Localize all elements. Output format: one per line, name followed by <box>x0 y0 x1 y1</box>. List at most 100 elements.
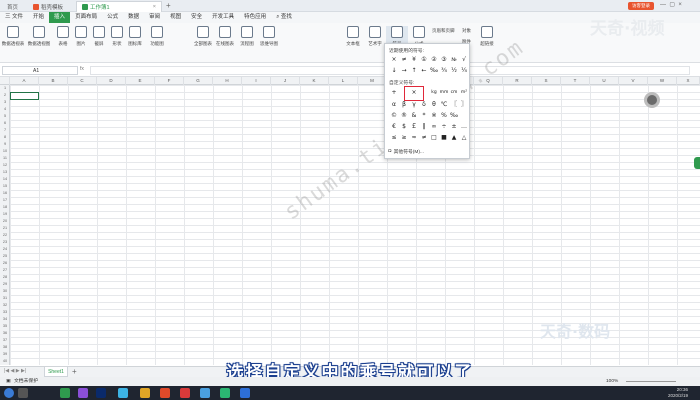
row-header[interactable]: 38 <box>0 344 10 351</box>
new-tab-button[interactable]: + <box>166 1 171 10</box>
symbol-item[interactable]: ¾ <box>439 66 449 76</box>
column-header[interactable]: L <box>329 77 358 85</box>
symbol-item[interactable]: 〗 <box>459 100 469 110</box>
symbol-item[interactable]: № <box>449 55 459 65</box>
row-header[interactable]: 37 <box>0 337 10 344</box>
menu-data[interactable]: 数据 <box>123 12 144 23</box>
menu-review[interactable]: 审阅 <box>144 12 165 23</box>
symbol-item[interactable]: ← <box>419 66 429 76</box>
close-tab-icon[interactable]: × <box>153 4 156 10</box>
symbol-item[interactable]: ≠ <box>399 55 409 65</box>
symbol-item[interactable]: cm <box>449 88 459 98</box>
window-controls[interactable]: — ▢ × <box>660 1 682 8</box>
search-box[interactable]: ⌕ 查找 <box>271 12 297 23</box>
symbol-item[interactable]: ‰ <box>449 111 459 121</box>
symbol-item[interactable]: ≈ <box>409 133 419 143</box>
menu-insert[interactable]: 插入 <box>49 12 71 23</box>
row-header[interactable]: 17 <box>0 197 10 204</box>
symbol-item[interactable]: α <box>389 100 399 110</box>
column-header[interactable]: M <box>358 77 387 85</box>
symbol-item[interactable]: ¥ <box>409 55 419 65</box>
wps-taskbar-icon[interactable] <box>60 388 70 398</box>
column-header[interactable]: J <box>271 77 300 85</box>
zoom-slider[interactable] <box>626 381 676 382</box>
row-header[interactable]: 20 <box>0 218 10 225</box>
row-header[interactable]: 36 <box>0 330 10 337</box>
symbol-item[interactable]: m² <box>459 88 469 98</box>
symbol-item[interactable]: ℃ <box>439 100 449 110</box>
symbol-item[interactable]: ▲ <box>449 133 459 143</box>
more-symbols-link[interactable]: Ω 其他符号(M)... <box>388 148 424 155</box>
column-header[interactable]: F <box>155 77 184 85</box>
name-box[interactable]: A1 <box>2 66 78 75</box>
all-charts-button[interactable]: 全部图表 <box>192 26 214 56</box>
row-header[interactable]: 21 <box>0 225 10 232</box>
wechat-taskbar-icon[interactable] <box>220 388 230 398</box>
row-header[interactable]: 25 <box>0 253 10 260</box>
row-header[interactable]: 26 <box>0 260 10 267</box>
symbol-item[interactable]: ￡ <box>409 122 419 132</box>
symbol-item[interactable]: $ <box>399 122 409 132</box>
symbol-item[interactable]: % <box>439 111 449 121</box>
symbol-item[interactable]: ※ <box>429 111 439 121</box>
menu-view[interactable]: 视图 <box>165 12 186 23</box>
row-header[interactable]: 32 <box>0 302 10 309</box>
column-header[interactable]: K <box>300 77 329 85</box>
row-header[interactable]: 35 <box>0 323 10 330</box>
column-header[interactable]: S <box>532 77 561 85</box>
menu-developer[interactable]: 开发工具 <box>207 12 239 23</box>
symbol-item[interactable]: & <box>409 111 419 121</box>
start-icon[interactable] <box>4 388 14 398</box>
row-header[interactable]: 4 <box>0 106 10 113</box>
row-header[interactable]: 31 <box>0 295 10 302</box>
row-header[interactable]: 6 <box>0 120 10 127</box>
symbol-item[interactable]: ‖ <box>419 122 429 132</box>
symbol-item[interactable]: ≠ <box>419 133 429 143</box>
folder-taskbar-icon[interactable] <box>140 388 150 398</box>
header-footer-button[interactable]: 页眉和页脚 <box>432 28 455 34</box>
mindmap-button[interactable]: 思维导图 <box>258 26 280 56</box>
column-header[interactable]: A <box>10 77 39 85</box>
row-header[interactable]: 10 <box>0 148 10 155</box>
select-all-corner[interactable] <box>0 77 10 85</box>
symbol-item[interactable]: ↓ <box>389 66 399 76</box>
symbol-item[interactable]: → <box>399 66 409 76</box>
symbol-item[interactable]: 〖 <box>449 100 459 110</box>
column-header[interactable]: C <box>68 77 97 85</box>
symbol-item[interactable]: © <box>389 111 399 121</box>
row-header[interactable]: 18 <box>0 204 10 211</box>
column-header[interactable]: I <box>242 77 271 85</box>
column-header[interactable]: D <box>97 77 126 85</box>
menu-formula[interactable]: 公式 <box>102 12 123 23</box>
row-header[interactable]: 9 <box>0 141 10 148</box>
column-header[interactable]: G <box>184 77 213 85</box>
icon-library-button[interactable]: 图标库 <box>124 26 146 56</box>
symbol-item[interactable]: ® <box>399 111 409 121</box>
app-taskbar-icon[interactable] <box>78 388 88 398</box>
row-header[interactable]: 28 <box>0 274 10 281</box>
row-header[interactable]: 22 <box>0 232 10 239</box>
symbol-item[interactable]: γ <box>409 100 419 110</box>
row-header[interactable]: 1 <box>0 85 10 92</box>
clock[interactable]: 20:36 2020/2/19 <box>668 387 688 399</box>
row-header[interactable]: 14 <box>0 176 10 183</box>
menu-start[interactable]: 开始 <box>28 12 49 23</box>
symbol-item[interactable]: kg <box>429 88 439 98</box>
menu-security[interactable]: 安全 <box>186 12 207 23</box>
row-header[interactable]: 34 <box>0 316 10 323</box>
browser-taskbar-icon[interactable] <box>118 388 128 398</box>
symbol-item[interactable]: mm <box>439 88 449 98</box>
row-header[interactable]: 13 <box>0 169 10 176</box>
function-chart-button[interactable]: 功能图 <box>146 26 168 56</box>
app4-taskbar-icon[interactable] <box>240 388 250 398</box>
symbol-item[interactable]: δ <box>419 100 429 110</box>
object-button[interactable]: 对象 <box>462 28 471 34</box>
symbol-item[interactable]: … <box>459 122 469 132</box>
symbol-item[interactable]: × <box>389 55 399 65</box>
column-header[interactable]: V <box>619 77 648 85</box>
symbol-item[interactable]: △ <box>459 133 469 143</box>
symbol-item[interactable]: ‰ <box>429 66 439 76</box>
symbol-item[interactable]: * <box>419 111 429 121</box>
symbol-item[interactable]: ① <box>419 55 429 65</box>
zoom-level[interactable]: 100% <box>606 377 618 386</box>
